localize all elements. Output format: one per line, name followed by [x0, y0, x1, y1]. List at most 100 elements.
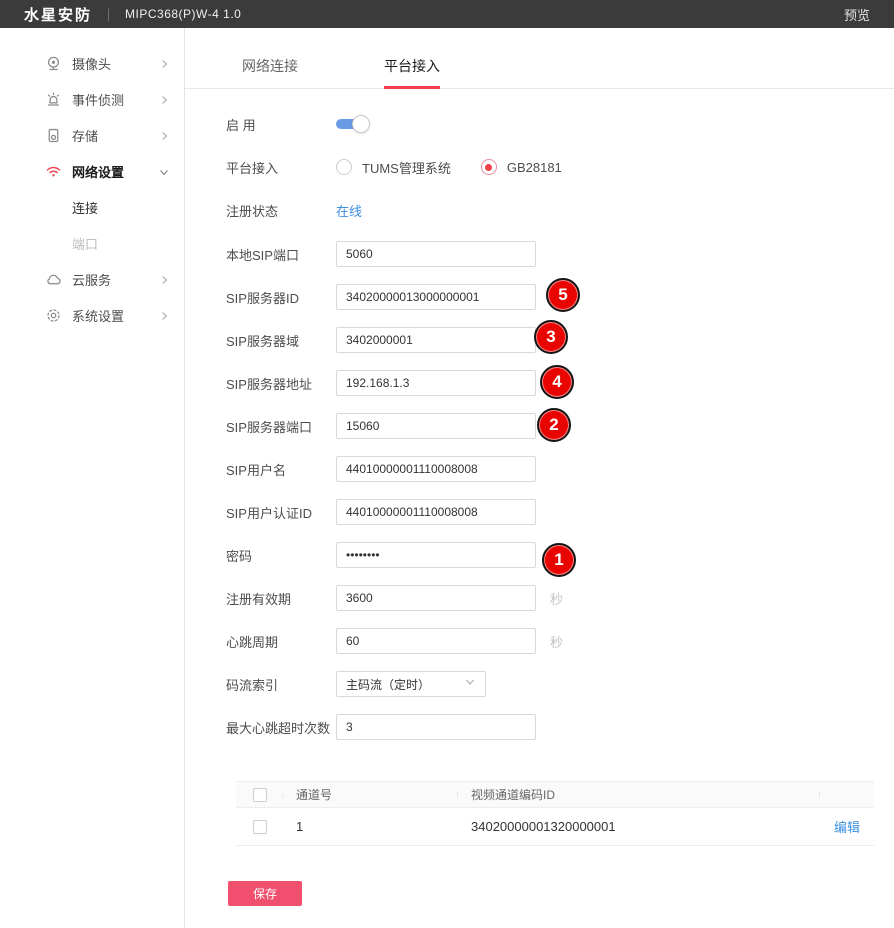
table-row: 1 34020000001320000001 编辑	[236, 808, 874, 846]
field-label: SIP服务器端口	[226, 417, 336, 436]
field-row-stream-index: 码流索引 主码流（定时）	[226, 671, 894, 697]
camera-icon	[45, 55, 62, 72]
field-label: 码流索引	[226, 675, 336, 694]
wifi-icon	[45, 163, 62, 180]
register-status-label: 注册状态	[226, 201, 336, 220]
enable-row: 启 用	[226, 111, 894, 137]
register-validity-input[interactable]	[336, 585, 536, 611]
seconds-suffix: 秒	[550, 589, 563, 608]
tab-platform-access[interactable]: 平台接入	[384, 45, 440, 89]
chevron-down-icon	[158, 165, 170, 177]
field-row-max-heartbeat-timeout: 最大心跳超时次数	[226, 714, 894, 740]
sip-server-id-input[interactable]	[336, 284, 536, 310]
field-row-sip-server-address: SIP服务器地址 4	[226, 370, 894, 396]
sidebar-item-label: 存储	[72, 126, 158, 145]
max-heartbeat-timeout-input[interactable]	[336, 714, 536, 740]
field-row-sip-server-id: SIP服务器ID 5	[226, 284, 894, 310]
password-input[interactable]	[336, 542, 536, 568]
sidebar-subitem-connection[interactable]: 连接	[0, 189, 184, 225]
sidebar-item-cloud-service[interactable]: 云服务	[0, 261, 184, 297]
chevron-right-icon	[158, 93, 170, 105]
sip-auth-id-input[interactable]	[336, 499, 536, 525]
sidebar-item-label: 网络设置	[72, 162, 158, 181]
annotation-badge-1: 1	[542, 543, 576, 577]
sidebar-item-event-detection[interactable]: 事件侦测	[0, 81, 184, 117]
cloud-icon	[45, 271, 62, 288]
radio-checked-icon	[481, 159, 497, 175]
save-button[interactable]: 保存	[228, 881, 302, 906]
gear-icon	[45, 307, 62, 324]
field-label: SIP用户名	[226, 460, 336, 479]
register-status-value: 在线	[336, 201, 362, 220]
field-row-password: 密码 1	[226, 542, 894, 568]
radio-option-tums[interactable]: TUMS管理系统	[336, 158, 451, 177]
field-label: 注册有效期	[226, 589, 336, 608]
brand-logo: 水星安防	[24, 4, 92, 25]
sip-server-address-input[interactable]	[336, 370, 536, 396]
stream-index-select[interactable]: 主码流（定时）	[336, 671, 486, 697]
field-label: 心跳周期	[226, 632, 336, 651]
field-label: SIP服务器域	[226, 331, 336, 350]
sidebar-subitem-port[interactable]: 端口	[0, 225, 184, 261]
field-label: SIP用户认证ID	[226, 503, 336, 522]
annotation-badge-2: 2	[537, 408, 571, 442]
field-row-sip-server-port: SIP服务器端口 2	[226, 413, 894, 439]
chevron-right-icon	[158, 129, 170, 141]
register-status-row: 注册状态 在线	[226, 197, 894, 223]
device-model: MIPC368(P)W-4 1.0	[125, 7, 241, 21]
sidebar-item-camera[interactable]: 摄像头	[0, 45, 184, 81]
chevron-down-icon	[464, 675, 476, 693]
annotation-badge-5: 5	[546, 278, 580, 312]
platform-type-row: 平台接入 TUMS管理系统 GB28181	[226, 154, 894, 180]
top-bar: 水星安防 ｜ MIPC368(P)W-4 1.0 预览	[0, 0, 894, 28]
row-checkbox[interactable]	[253, 820, 267, 834]
table-header-row: 通道号 视频通道编码ID	[236, 781, 874, 808]
local-sip-port-input[interactable]	[336, 241, 536, 267]
sidebar-item-storage[interactable]: 存储	[0, 117, 184, 153]
field-row-heartbeat-period: 心跳周期 秒	[226, 628, 894, 654]
stream-index-value: 主码流（定时）	[346, 676, 464, 693]
heartbeat-period-input[interactable]	[336, 628, 536, 654]
sidebar-item-system-settings[interactable]: 系统设置	[0, 297, 184, 333]
tab-bar: 网络连接 平台接入	[185, 45, 894, 89]
sidebar: 摄像头 事件侦测	[0, 28, 185, 928]
video-channel-id-cell: 34020000001320000001	[458, 819, 820, 834]
select-all-checkbox[interactable]	[253, 788, 267, 802]
channel-number-cell: 1	[283, 819, 458, 834]
sidebar-item-label: 系统设置	[72, 306, 158, 325]
sip-username-input[interactable]	[336, 456, 536, 482]
edit-link[interactable]: 编辑	[834, 820, 860, 835]
sidebar-item-network-settings[interactable]: 网络设置	[0, 153, 184, 189]
column-header-channel: 通道号	[283, 786, 458, 803]
platform-radio-group: TUMS管理系统 GB28181	[336, 158, 562, 177]
radio-unchecked-icon	[336, 159, 352, 175]
toggle-knob	[352, 115, 370, 133]
field-row-sip-username: SIP用户名	[226, 456, 894, 482]
field-label: 本地SIP端口	[226, 245, 336, 264]
brand-separator: ｜	[102, 5, 115, 24]
sidebar-item-label: 事件侦测	[72, 90, 158, 109]
field-row-register-validity: 注册有效期 秒	[226, 585, 894, 611]
storage-icon	[45, 127, 62, 144]
enable-label: 启 用	[226, 115, 336, 134]
field-label: 最大心跳超时次数	[226, 718, 336, 737]
field-label: 密码	[226, 546, 336, 565]
annotation-badge-4: 4	[540, 365, 574, 399]
sidebar-item-label: 云服务	[72, 270, 158, 289]
main-content: 网络连接 平台接入 启 用 平台接入 TUMS管理系统	[185, 28, 894, 928]
alarm-icon	[45, 91, 62, 108]
chevron-right-icon	[158, 57, 170, 69]
sip-server-port-input[interactable]	[336, 413, 536, 439]
field-row-sip-server-domain: SIP服务器域 3	[226, 327, 894, 353]
preview-link[interactable]: 预览	[844, 5, 870, 24]
annotation-badge-3: 3	[534, 320, 568, 354]
field-label: SIP服务器地址	[226, 374, 336, 393]
platform-type-label: 平台接入	[226, 158, 336, 177]
radio-option-gb28181[interactable]: GB28181	[481, 159, 562, 175]
tab-network-connection[interactable]: 网络连接	[242, 45, 298, 88]
column-header-video-id: 视频通道编码ID	[458, 786, 820, 803]
field-label: SIP服务器ID	[226, 288, 336, 307]
sip-server-domain-input[interactable]	[336, 327, 536, 353]
platform-access-form: 启 用 平台接入 TUMS管理系统 GB28181	[185, 89, 894, 740]
enable-toggle[interactable]	[336, 114, 370, 134]
